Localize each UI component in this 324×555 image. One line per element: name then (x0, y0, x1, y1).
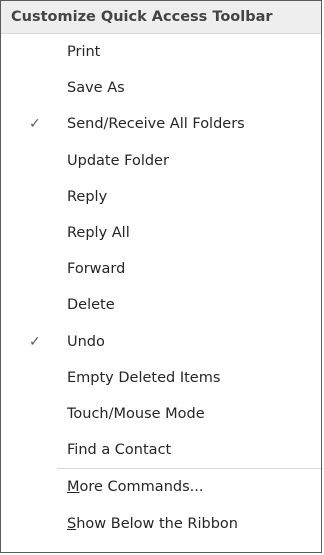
menu-item-label: Empty Deleted Items (67, 369, 221, 386)
menu-item-delete[interactable]: Delete (1, 287, 321, 323)
label-text: ore Commands... (79, 479, 204, 496)
menu-item-label: More Commands... (67, 479, 203, 495)
customize-quick-access-toolbar-menu: Customize Quick Access Toolbar Print Sav… (0, 0, 322, 553)
menu-item-label: Forward (67, 261, 126, 278)
menu-item-undo[interactable]: ✓ Undo (1, 324, 321, 360)
menu-item-label: Find a Contact (67, 442, 172, 459)
menu-item-label: Reply All (67, 225, 130, 242)
menu-item-show-below-the-ribbon[interactable]: Show Below the Ribbon (1, 505, 321, 541)
menu-item-empty-deleted-items[interactable]: Empty Deleted Items (1, 360, 321, 396)
menu-item-label: Reply (67, 188, 108, 205)
access-key: S (67, 515, 77, 532)
menu-item-save-as[interactable]: Save As (1, 70, 321, 106)
menu-item-more-commands[interactable]: More Commands... (1, 469, 321, 505)
menu-item-label: Undo (67, 333, 105, 350)
menu-item-reply[interactable]: Reply (1, 179, 321, 215)
menu-item-label: Show Below the Ribbon (67, 516, 238, 532)
menu-item-label: Print (67, 44, 101, 61)
checkmark-icon: ✓ (29, 116, 41, 133)
menu-item-label: Touch/Mouse Mode (67, 405, 205, 422)
menu-item-touch-mouse-mode[interactable]: Touch/Mouse Mode (1, 396, 321, 432)
menu-item-print[interactable]: Print (1, 34, 321, 70)
label-text: how Below the Ribbon (76, 515, 238, 532)
menu-item-label: Save As (67, 80, 125, 97)
menu-item-label: Delete (67, 297, 115, 314)
access-key: M (67, 479, 80, 496)
menu-item-find-a-contact[interactable]: Find a Contact (1, 432, 321, 468)
menu-item-reply-all[interactable]: Reply All (1, 215, 321, 251)
menu-item-send-receive-all-folders[interactable]: ✓ Send/Receive All Folders (1, 106, 321, 142)
menu-item-forward[interactable]: Forward (1, 251, 321, 287)
menu-item-label: Send/Receive All Folders (67, 116, 245, 133)
menu-item-list: Print Save As ✓ Send/Receive All Folders… (1, 34, 321, 542)
menu-item-update-folder[interactable]: Update Folder (1, 143, 321, 179)
checkmark-icon: ✓ (29, 333, 41, 350)
menu-item-label: Update Folder (67, 152, 169, 169)
menu-title: Customize Quick Access Toolbar (1, 1, 321, 34)
